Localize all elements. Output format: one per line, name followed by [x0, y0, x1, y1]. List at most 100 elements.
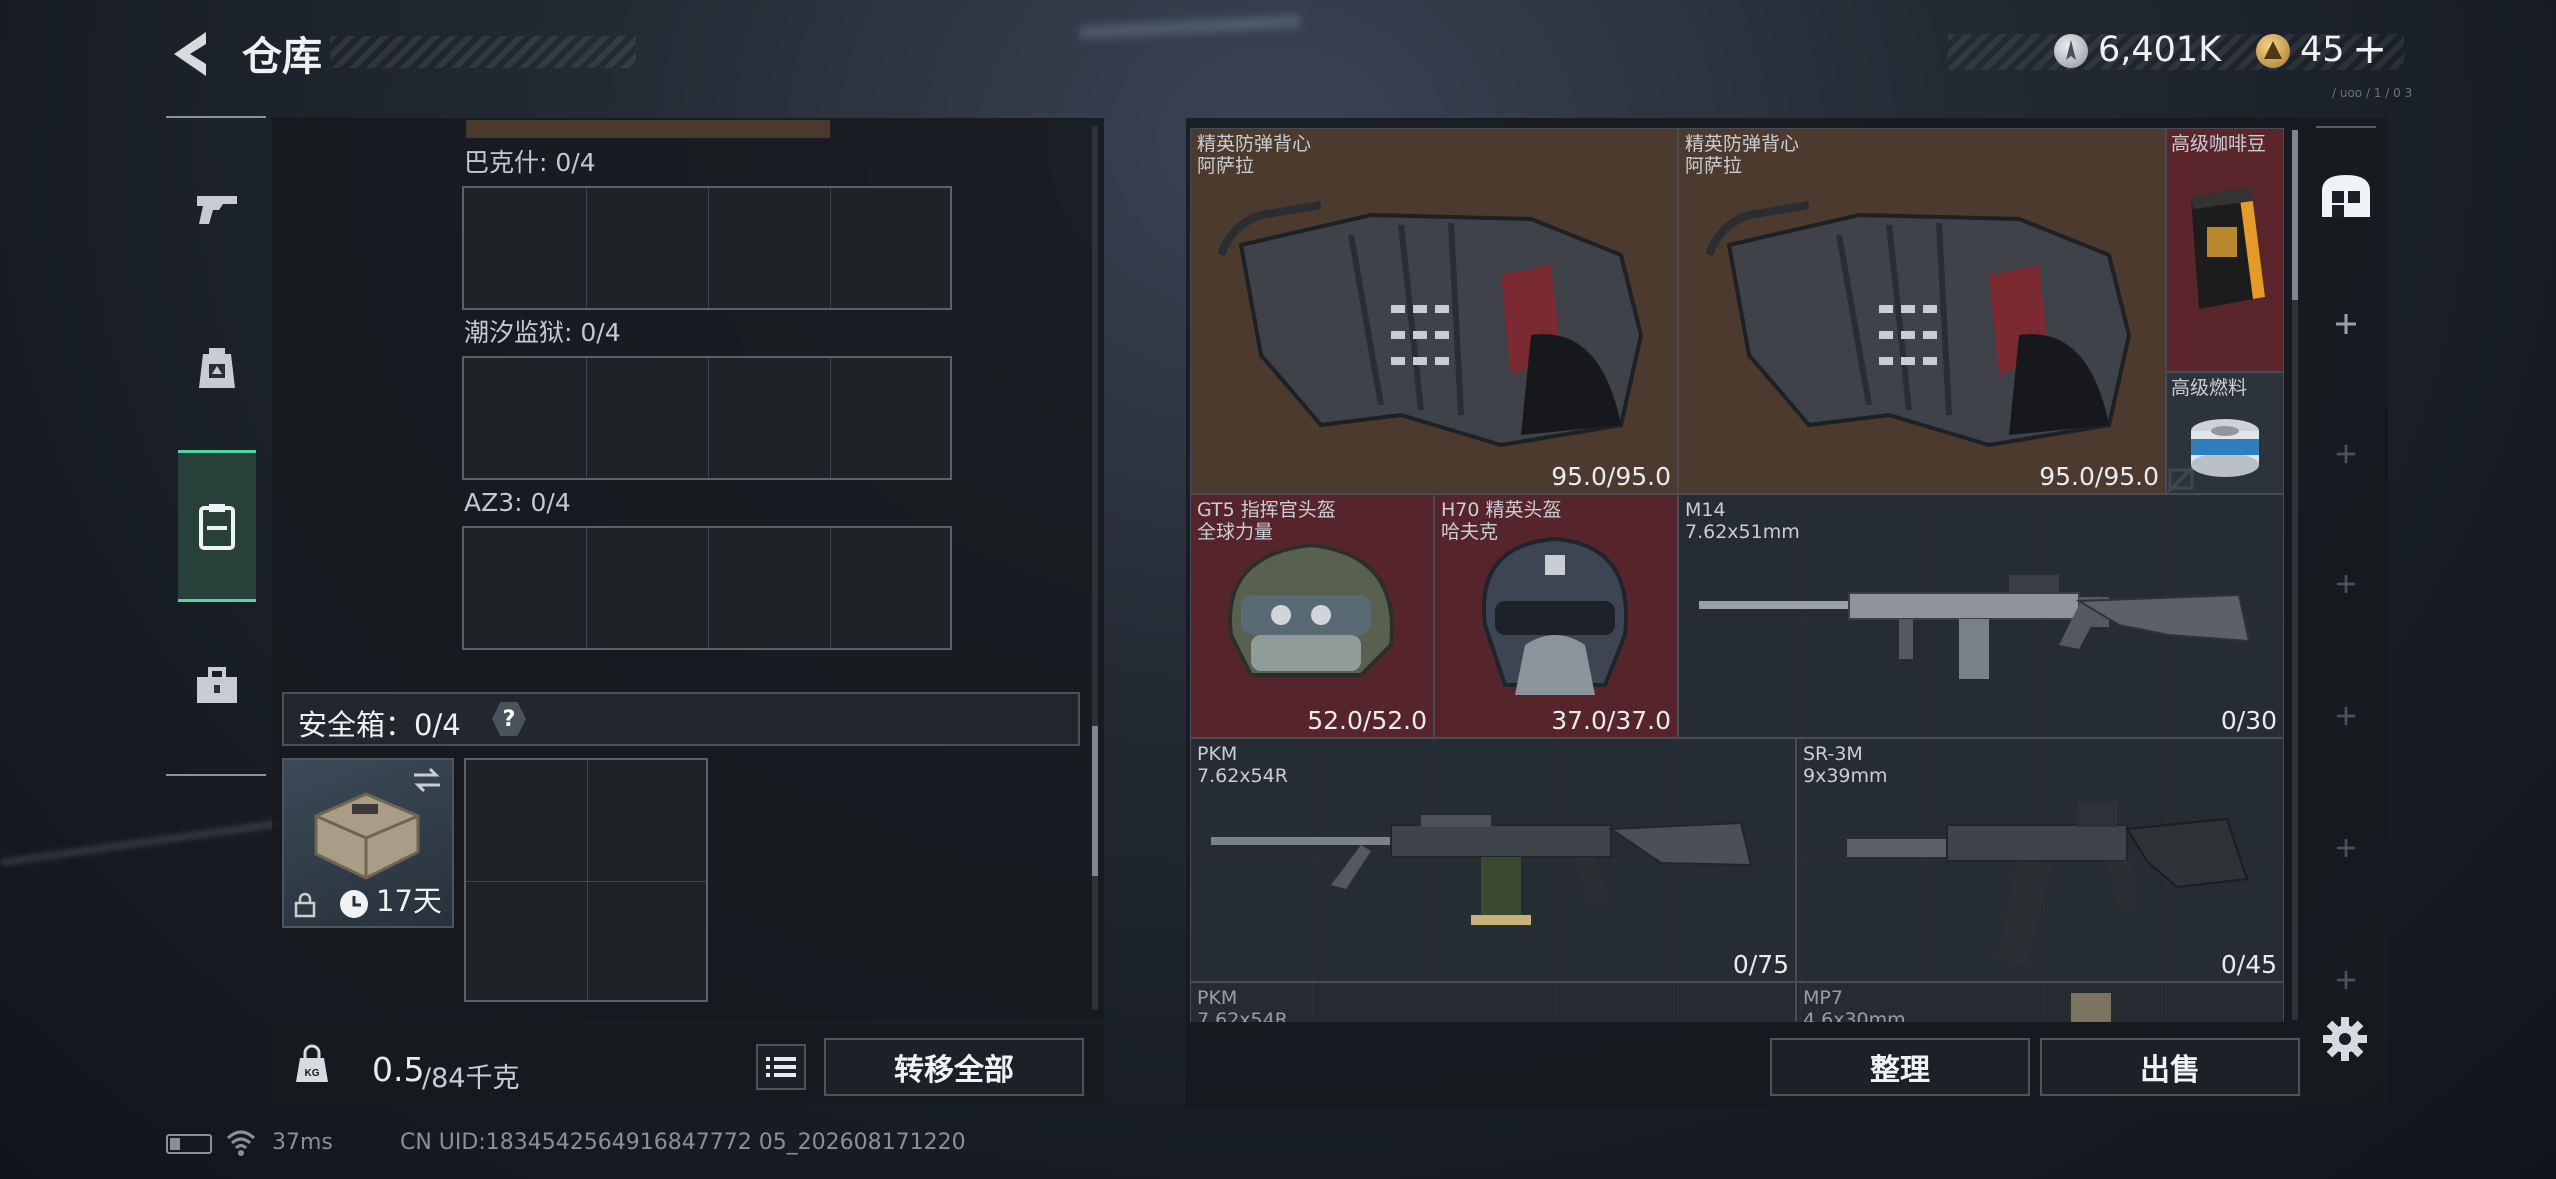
- back-arrow-icon: [174, 32, 206, 76]
- item-sub: 7.62x54R: [1197, 1009, 1288, 1022]
- gear-icon: [2323, 1017, 2367, 1061]
- inventory-item-rifle[interactable]: M14 7.62x51mm 0/30: [1678, 494, 2284, 738]
- item-name: SR-3M: [1803, 743, 1863, 765]
- uid-text: CN UID:1834542564916847772 05_2026081712…: [400, 1130, 966, 1155]
- plus-icon: [2336, 314, 2356, 334]
- clock-icon: [340, 890, 368, 918]
- inventory-item-smg-partial[interactable]: MP7 4.6x30mm: [1796, 982, 2284, 1022]
- left-scrollbar-thumb[interactable]: [1092, 726, 1098, 876]
- add-page-button[interactable]: [2322, 560, 2370, 608]
- item-sub: 4.6x30mm: [1803, 1009, 1906, 1022]
- add-token-button[interactable]: +: [2352, 24, 2387, 73]
- svg-text:KG: KG: [305, 1068, 320, 1079]
- transfer-all-button[interactable]: 转移全部: [824, 1038, 1084, 1096]
- gt5-helmet-image: [1228, 542, 1394, 677]
- inventory-item-vest[interactable]: 精英防弹背心 阿萨拉 95.0/95.0: [1190, 128, 1678, 494]
- inventory-item-vest[interactable]: 精英防弹背心 阿萨拉 95.0/95.0: [1678, 128, 2166, 494]
- vest-image: [1705, 201, 2132, 448]
- inventory-item-fuel[interactable]: 高级燃料: [2166, 372, 2284, 494]
- inventory-item-helmet[interactable]: H70 精英头盔 哈夫克 37.0/37.0: [1434, 494, 1678, 738]
- nav-equipment[interactable]: [178, 330, 256, 406]
- weight-current: 0.5: [372, 1050, 425, 1089]
- storage-page-icon: [2322, 175, 2370, 217]
- plus-icon: [2336, 706, 2356, 726]
- right-scrollbar-thumb[interactable]: [2292, 130, 2298, 300]
- corner-id: / uoo / 1 / 0 3: [2332, 86, 2413, 100]
- section-label: 巴克什: 0/4: [464, 148, 596, 177]
- inventory-item-machinegun[interactable]: PKM 7.62x54R 0/75: [1190, 738, 1796, 982]
- safebox-days: 17天: [376, 884, 442, 918]
- list-icon: [766, 1057, 796, 1077]
- item-sub: 阿萨拉: [1197, 155, 1255, 177]
- item-name: H70 精英头盔: [1441, 499, 1562, 521]
- item-ammo: 0/45: [2220, 950, 2277, 979]
- plus-icon: [2336, 970, 2356, 990]
- add-page-button[interactable]: [2322, 692, 2370, 740]
- right-rail-top-line: [2316, 126, 2376, 128]
- sr3m-rifle-image: [1847, 801, 2249, 965]
- wifi-icon: [226, 1130, 256, 1156]
- nav-divider-bottom: [166, 774, 266, 776]
- weight-lock-icon: KG: [292, 1044, 332, 1084]
- nav-divider-top: [166, 116, 266, 118]
- back-button[interactable]: [164, 26, 214, 82]
- container-slot-grid[interactable]: [462, 356, 952, 480]
- nav-tools[interactable]: [178, 648, 256, 724]
- toolbox-icon: [197, 667, 237, 703]
- item-sub: 7.62x51mm: [1685, 521, 1800, 543]
- storage-page-tab-active[interactable]: [2316, 158, 2376, 234]
- right-scrollbar[interactable]: [2292, 130, 2298, 1020]
- inventory-item-rifle[interactable]: SR-3M 9x39mm 0/45: [1796, 738, 2284, 982]
- item-name: 高级咖啡豆: [2171, 133, 2267, 155]
- swap-icon[interactable]: [410, 766, 444, 794]
- add-page-button[interactable]: [2322, 300, 2370, 348]
- inventory-item-machinegun-partial[interactable]: PKM 7.62x54R: [1190, 982, 1796, 1022]
- item-name: MP7: [1803, 987, 1843, 1009]
- page-title: 仓库: [242, 34, 322, 80]
- inventory-item-helmet[interactable]: GT5 指挥官头盔 全球力量 52.0/52.0: [1190, 494, 1434, 738]
- add-page-button[interactable]: [2322, 430, 2370, 478]
- nav-weapons[interactable]: [178, 170, 256, 246]
- title-underline: [330, 36, 636, 68]
- background-road-line: [0, 820, 280, 866]
- battery-icon: [166, 1134, 212, 1154]
- nav-storage[interactable]: [178, 450, 256, 602]
- item-name: 精英防弹背心: [1197, 133, 1312, 155]
- item-name: 精英防弹背心: [1685, 133, 1800, 155]
- item-durability: 37.0/37.0: [1551, 706, 1671, 735]
- container-slot-grid[interactable]: [462, 186, 952, 310]
- background-light: [1080, 14, 1300, 40]
- item-sub: 7.62x54R: [1197, 765, 1288, 787]
- section-label: AZ3: 0/4: [464, 488, 571, 517]
- item-sub: 阿萨拉: [1685, 155, 1743, 177]
- safebox-item[interactable]: 17天: [282, 758, 454, 928]
- add-page-button[interactable]: [2322, 956, 2370, 1004]
- item-ammo: 0/30: [2220, 706, 2277, 735]
- safebox-label: 安全箱：0/4: [298, 708, 461, 742]
- inventory-item-coffee[interactable]: 高级咖啡豆: [2166, 128, 2284, 372]
- m14-rifle-image: [1699, 575, 2251, 679]
- item-name: PKM: [1197, 743, 1238, 765]
- add-page-button[interactable]: [2322, 824, 2370, 872]
- coin-icon: [2054, 34, 2088, 68]
- plus-icon: [2336, 444, 2356, 464]
- pistol-icon: [197, 196, 237, 224]
- backpack-icon: [199, 348, 235, 388]
- item-name: GT5 指挥官头盔: [1197, 499, 1336, 521]
- item-durability: 95.0/95.0: [2039, 462, 2159, 491]
- container-slot-grid[interactable]: [462, 526, 952, 650]
- sort-button[interactable]: 整理: [1770, 1038, 2030, 1096]
- plus-icon: [2336, 838, 2356, 858]
- settings-button[interactable]: [2322, 1016, 2368, 1066]
- safebox-slot-grid[interactable]: [464, 758, 708, 1002]
- item-name: PKM: [1197, 987, 1238, 1009]
- list-view-button[interactable]: [756, 1044, 806, 1090]
- vest-image: [1217, 201, 1644, 448]
- item-ammo: 0/75: [1732, 950, 1789, 979]
- ping-text: 37ms: [272, 1130, 333, 1155]
- item-durability: 95.0/95.0: [1551, 462, 1671, 491]
- item-name: 高级燃料: [2171, 377, 2248, 399]
- safebox-case-image: [314, 792, 420, 880]
- left-scrollbar[interactable]: [1092, 126, 1098, 1010]
- sell-button[interactable]: 出售: [2040, 1038, 2300, 1096]
